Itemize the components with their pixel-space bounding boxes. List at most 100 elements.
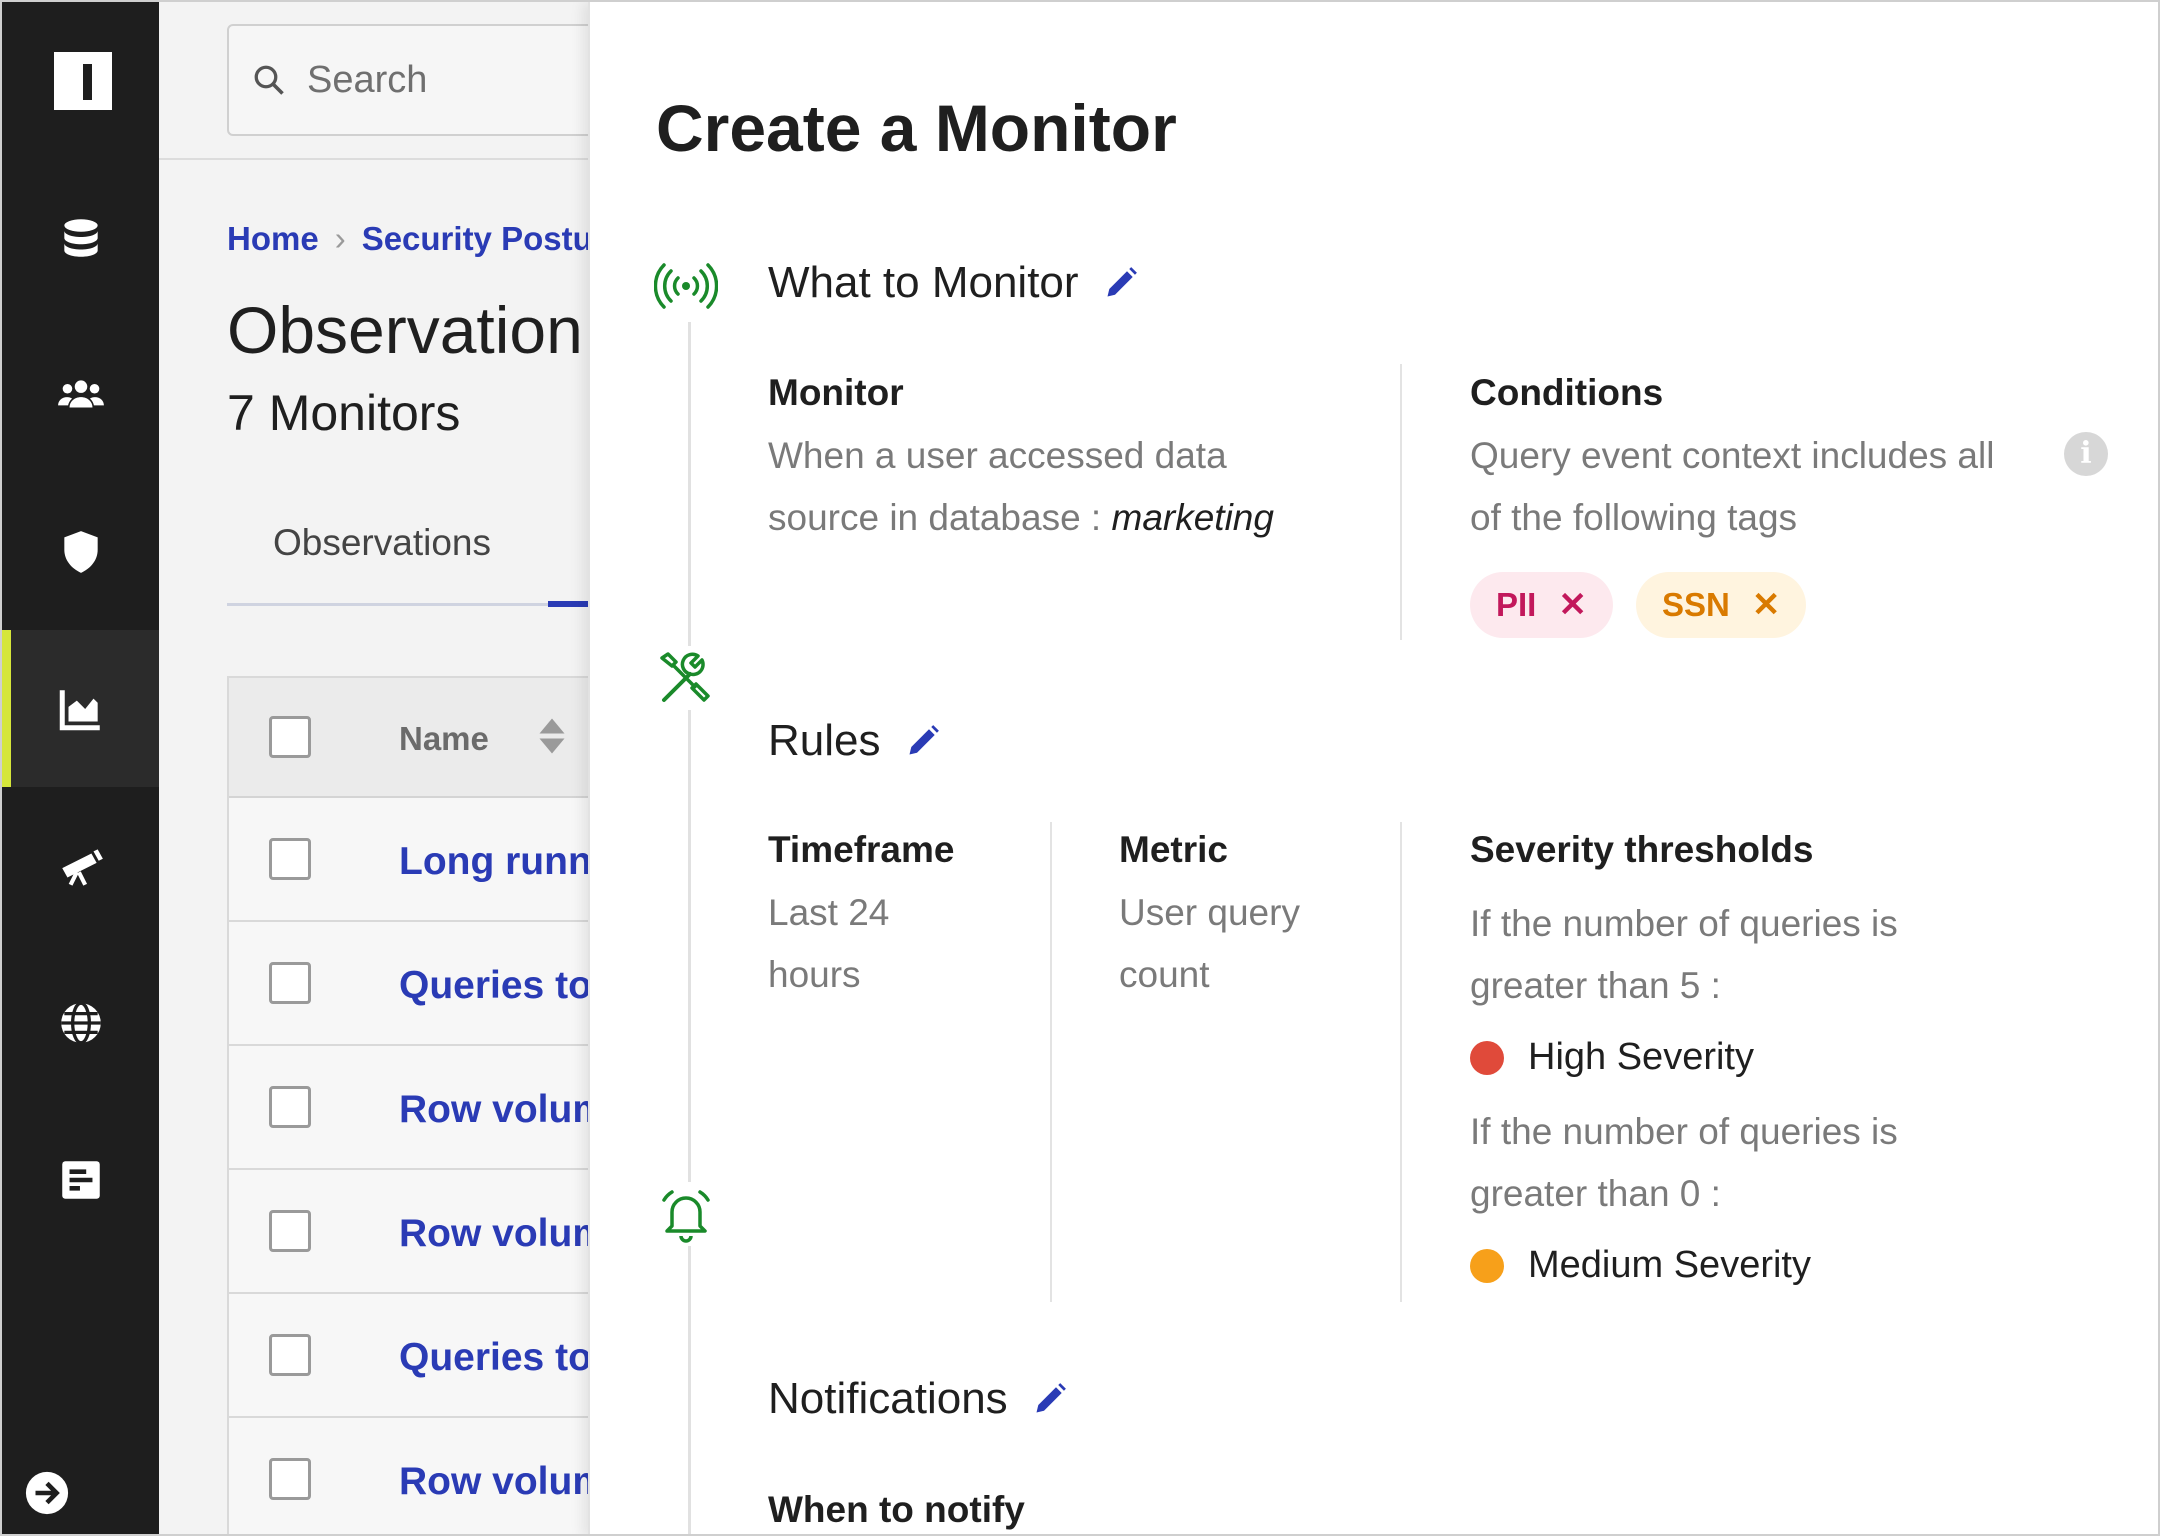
monitor-name-link[interactable]: Queries to [399, 964, 592, 1008]
conditions-text-line1: Query event context includes all [1470, 435, 1995, 476]
medium-severity-dot [1470, 1248, 1504, 1283]
breadcrumb-home[interactable]: Home [227, 220, 319, 257]
section-rules: Rules [768, 716, 941, 766]
shield-icon [63, 530, 98, 573]
section-title-text: Rules [768, 716, 881, 765]
edit-pencil-icon[interactable] [1103, 265, 1139, 301]
row-checkbox[interactable] [269, 962, 311, 1004]
conditions-text-line2: of the following tags [1470, 497, 1798, 538]
tag-ssn: SSN ✕ [1636, 572, 1807, 638]
breadcrumb: Home › Security Postu [227, 220, 593, 258]
row-checkbox[interactable] [269, 838, 311, 880]
section-title-text: What to Monitor [768, 258, 1079, 307]
monitor-name-link[interactable]: Queries to [399, 1336, 592, 1380]
monitor-text-line1: When a user accessed data [768, 435, 1227, 476]
monitor-description: When a user accessed data source in data… [768, 425, 1408, 549]
monitor-name-link[interactable]: Row volum [399, 1212, 607, 1256]
monitor-label: Monitor [768, 372, 904, 413]
section-what-to-monitor: What to Monitor [768, 258, 1139, 308]
area-chart-icon [59, 689, 100, 730]
monitor-name-link[interactable]: Row volum [399, 1460, 607, 1504]
row-checkbox[interactable] [269, 1210, 311, 1252]
monitor-name-link[interactable]: Long runni [399, 840, 603, 884]
nav-global[interactable] [2, 944, 159, 1101]
tag-label: PII [1496, 586, 1537, 623]
column-divider [1050, 822, 1052, 1302]
nav-security[interactable] [2, 473, 159, 630]
remove-tag-icon[interactable]: ✕ [1558, 585, 1587, 625]
section-notifications: Notifications [768, 1374, 1068, 1424]
edit-pencil-icon[interactable] [905, 723, 941, 759]
high-severity-dot [1470, 1040, 1504, 1075]
column-header-name[interactable]: Name [399, 720, 489, 758]
step-rules-icon [654, 646, 718, 710]
severity-thresholds-label: Severity thresholds [1470, 829, 1814, 870]
row-checkbox[interactable] [269, 1458, 311, 1500]
timeframe-value: Last 24 hours [768, 882, 1068, 1006]
row-checkbox[interactable] [269, 1086, 311, 1128]
breadcrumb-current[interactable]: Security Postu [362, 220, 593, 257]
monitor-database: marketing [1111, 497, 1274, 538]
metric-label: Metric [1119, 829, 1228, 870]
step-timeline [688, 322, 691, 1534]
monitor-count: 7 Monitors [227, 385, 461, 441]
tag-label: SSN [1662, 586, 1730, 623]
timeframe-line2: hours [768, 954, 861, 995]
high-severity-condition: If the number of queries is greater than… [1470, 893, 2070, 1017]
broadcast-icon [653, 263, 719, 309]
monitor-text-line2: source in database : [768, 497, 1102, 538]
step-what-icon [653, 254, 719, 318]
conditions-description: Query event context includes all of the … [1470, 425, 2070, 549]
panel-title: Create a Monitor [656, 91, 1177, 165]
nav-users[interactable] [2, 316, 159, 473]
search-icon [254, 65, 284, 95]
remove-tag-icon[interactable]: ✕ [1752, 585, 1781, 625]
metric-value: User query count [1119, 882, 1419, 1006]
info-icon[interactable]: i [2064, 432, 2108, 476]
bell-icon [662, 1190, 710, 1243]
high-severity-label: High Severity [1528, 1036, 1754, 1078]
medium-severity-item: Medium Severity [1470, 1244, 1811, 1287]
side-nav [2, 2, 159, 1534]
row-checkbox[interactable] [269, 1334, 311, 1376]
timeframe-label: Timeframe [768, 829, 955, 870]
metric-line2: count [1119, 954, 1210, 995]
medium-condition-line1: If the number of queries is [1470, 1111, 1898, 1152]
medium-severity-condition: If the number of queries is greater than… [1470, 1101, 2070, 1225]
select-all-checkbox[interactable] [269, 716, 311, 758]
conditions-label: Conditions [1470, 372, 1664, 413]
high-condition-line1: If the number of queries is [1470, 903, 1898, 944]
nav-explore[interactable] [2, 787, 159, 944]
step-notifications-icon [654, 1182, 718, 1246]
create-monitor-panel: Create a Monitor What to Monitor Monitor… [588, 2, 2158, 1534]
timeframe-line1: Last 24 [768, 892, 890, 933]
when-to-notify-label: When to notify [768, 1489, 1025, 1530]
expand-arrow-icon[interactable] [24, 1470, 70, 1516]
column-divider [1400, 364, 1402, 640]
nav-data-sources[interactable] [2, 159, 159, 316]
breadcrumb-separator: › [334, 220, 346, 257]
database-icon [63, 218, 98, 257]
telescope-icon [61, 848, 103, 886]
column-divider [1400, 822, 1402, 1302]
search-placeholder: Search [307, 58, 428, 101]
report-icon [61, 1160, 100, 1199]
monitor-name-link[interactable]: Row volum [399, 1088, 607, 1132]
medium-severity-label: Medium Severity [1528, 1244, 1811, 1286]
edit-pencil-icon[interactable] [1032, 1381, 1068, 1417]
app-logo[interactable] [54, 52, 112, 110]
sort-icon[interactable] [537, 716, 567, 756]
tools-icon [660, 652, 710, 702]
globe-icon [60, 1001, 101, 1044]
nav-observations[interactable] [2, 630, 159, 787]
section-title-text: Notifications [768, 1374, 1008, 1423]
tag-pii: PII ✕ [1470, 572, 1613, 638]
metric-line1: User query [1119, 892, 1300, 933]
medium-condition-line2: greater than 0 : [1470, 1173, 1721, 1214]
tab-observations[interactable]: Observations [273, 522, 491, 564]
page-title: Observation [227, 293, 583, 367]
nav-reports[interactable] [2, 1101, 159, 1258]
users-icon [57, 379, 104, 407]
high-condition-line2: greater than 5 : [1470, 965, 1721, 1006]
high-severity-item: High Severity [1470, 1036, 1754, 1079]
